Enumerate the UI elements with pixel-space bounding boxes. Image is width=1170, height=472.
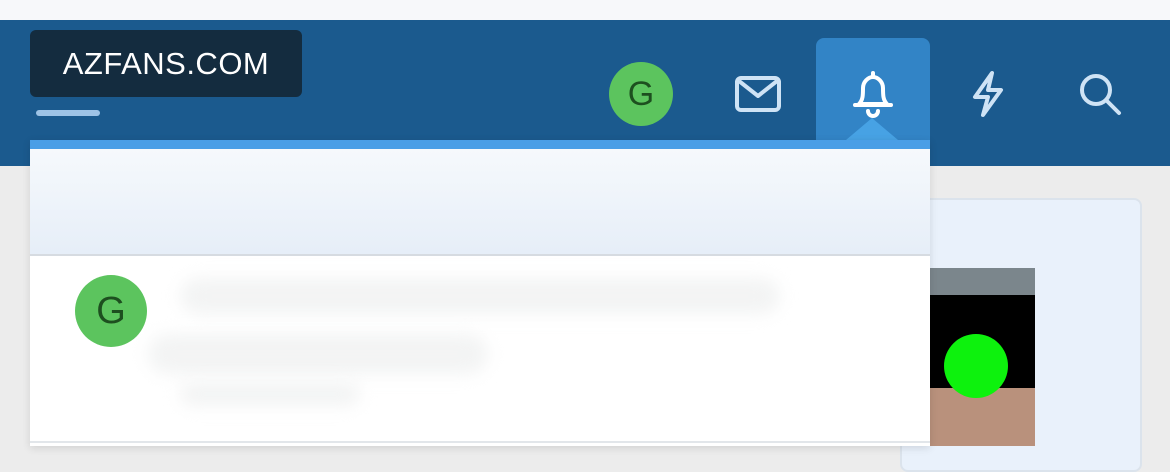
blurred-notification-text [148, 334, 488, 374]
thumbnail-top [930, 268, 1035, 295]
dropdown-accent-bar [30, 140, 930, 149]
thumbnail-black-area [930, 295, 1035, 398]
inbox-icon[interactable] [726, 62, 790, 126]
blurred-notification-time [180, 382, 360, 406]
blurred-notification-text [180, 278, 780, 314]
dropdown-header [30, 149, 930, 256]
search-icon[interactable] [1068, 62, 1132, 126]
dropdown-pointer [846, 118, 898, 140]
bolt-icon[interactable] [956, 62, 1020, 126]
green-dot-icon [944, 334, 1008, 398]
notification-item[interactable]: G [30, 256, 930, 443]
bell-icon[interactable] [841, 62, 905, 126]
user-avatar[interactable]: G [609, 62, 673, 126]
site-name-badge[interactable]: AZFANS.COM [30, 30, 302, 97]
thumbnail-image[interactable] [930, 268, 1035, 446]
browser-top-strip [0, 0, 1170, 20]
notifications-dropdown: G [30, 140, 930, 446]
notification-avatar[interactable]: G [75, 275, 147, 347]
